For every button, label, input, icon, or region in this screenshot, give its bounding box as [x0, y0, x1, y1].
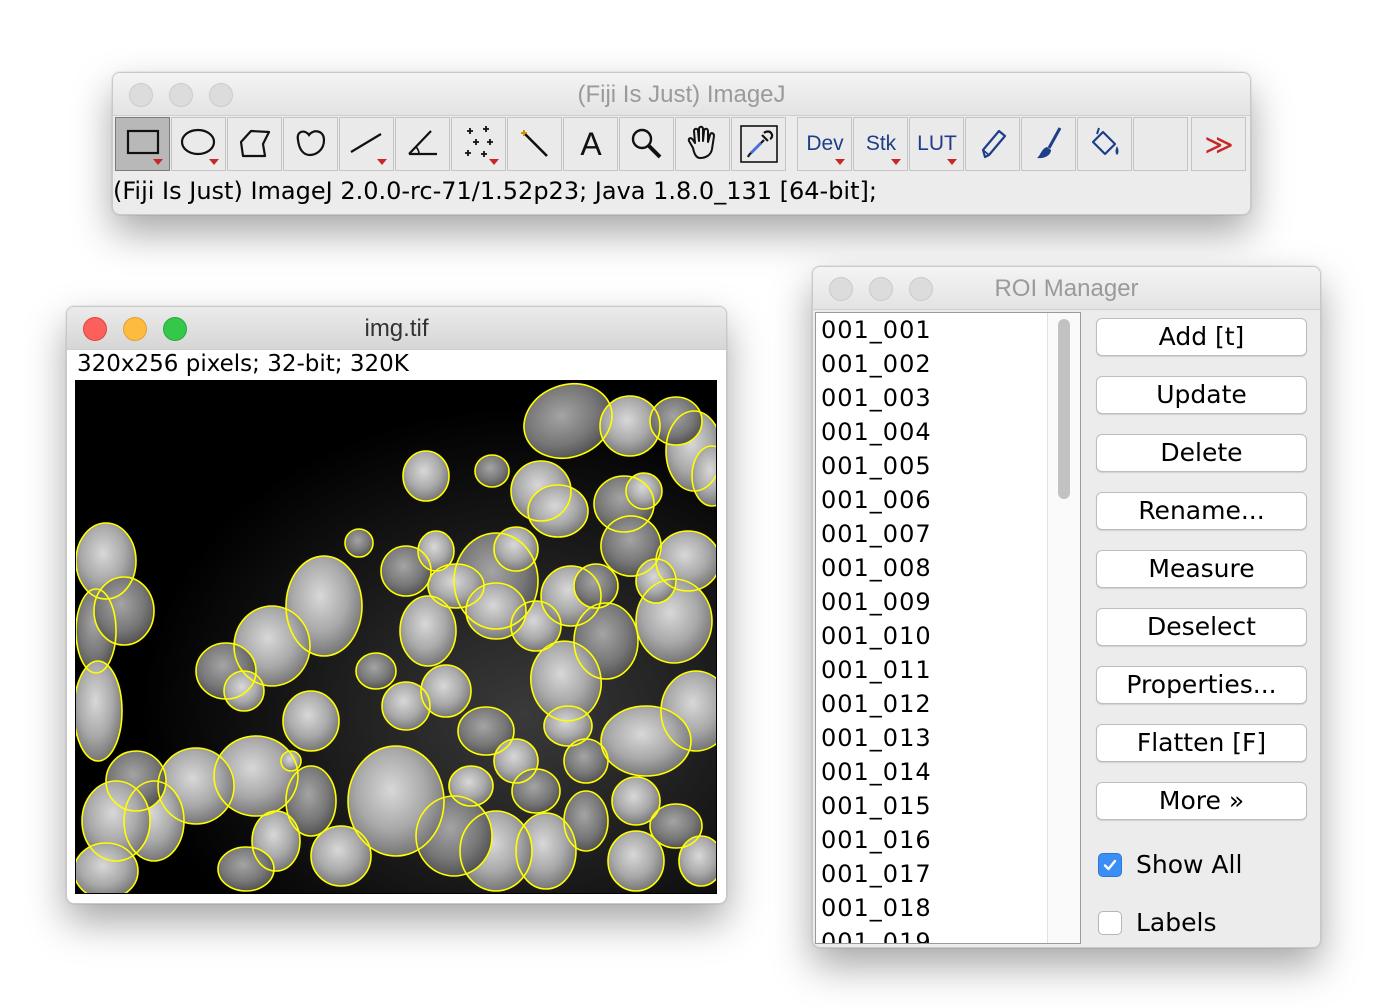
empty-icon	[1139, 122, 1183, 166]
hand-tool[interactable]	[675, 117, 730, 171]
image-info: 320x256 pixels; 32-bit; 320K	[77, 351, 409, 377]
roi-list-item[interactable]: 001_008	[816, 551, 1080, 585]
text-tool[interactable]: A	[563, 117, 618, 171]
point-tool[interactable]	[451, 117, 506, 171]
roi-list-item[interactable]: 001_003	[816, 381, 1080, 415]
checkbox-unchecked-icon[interactable]	[1098, 910, 1122, 935]
polygon-icon	[239, 129, 270, 158]
line-tool[interactable]	[339, 117, 394, 171]
image-canvas[interactable]	[75, 380, 717, 894]
svg-text:≫: ≫	[1204, 128, 1233, 161]
roi-list-item[interactable]: 001_018	[816, 891, 1080, 925]
image-window: img.tif 320x256 pixels; 32-bit; 320K	[66, 306, 727, 904]
flatten-f-button[interactable]: Flatten [F]	[1096, 724, 1307, 762]
polygon-tool[interactable]	[227, 117, 282, 171]
flood-fill-tool[interactable]	[1077, 117, 1132, 171]
freehand-icon	[296, 130, 325, 157]
rectangle-tool[interactable]	[115, 117, 170, 171]
menu-indicator-icon	[947, 159, 957, 165]
update-button[interactable]: Update	[1096, 376, 1307, 414]
roi-manager-buttons: Add [t] Update Delete Rename... Measure Desel…	[1096, 318, 1307, 840]
show-all-label: Show All	[1136, 850, 1243, 879]
labels-checkbox[interactable]: Labels	[1098, 908, 1216, 937]
roi-list-item[interactable]: 001_013	[816, 721, 1080, 755]
scrollbar-thumb[interactable]	[1058, 319, 1070, 499]
tool-bar: A Dev Stk LUT ≫	[115, 117, 1247, 173]
svg-text:Dev: Dev	[806, 132, 844, 155]
pencil-icon	[981, 129, 1006, 159]
wand-tool[interactable]	[507, 117, 562, 171]
delete-button[interactable]: Delete	[1096, 434, 1307, 472]
text-icon: A	[580, 126, 602, 162]
svg-text:LUT: LUT	[917, 132, 957, 155]
roi-list-item[interactable]: 001_017	[816, 857, 1080, 891]
rename-button[interactable]: Rename...	[1096, 492, 1307, 530]
dropper-icon	[739, 125, 778, 163]
pencil-tool[interactable]	[965, 117, 1020, 171]
double-chevron-icon: ≫	[1204, 128, 1233, 161]
roi-list-item[interactable]: 001_004	[816, 415, 1080, 449]
imagej-titlebar[interactable]: (Fiji Is Just) ImageJ	[113, 73, 1250, 116]
menu-indicator-icon	[835, 159, 845, 165]
menu-indicator-icon	[891, 159, 901, 165]
wand-icon	[520, 130, 548, 157]
window-title: (Fiji Is Just) ImageJ	[577, 81, 786, 108]
magnifier-icon	[631, 128, 661, 159]
roi-manager-titlebar[interactable]: ROI Manager	[813, 267, 1320, 310]
properties-button[interactable]: Properties...	[1096, 666, 1307, 704]
svg-text:A: A	[580, 126, 602, 162]
more-button[interactable]: More »	[1096, 782, 1307, 820]
dev-menu-tool[interactable]: Dev	[797, 117, 852, 171]
image-titlebar[interactable]: img.tif	[67, 307, 726, 350]
angle-tool[interactable]	[395, 117, 450, 171]
menu-indicator-icon	[153, 159, 163, 165]
imagej-main-window: (Fiji Is Just) ImageJ A Dev Stk LUT ≫ (Fiji …	[112, 72, 1251, 215]
freehand-tool[interactable]	[283, 117, 338, 171]
window-title: img.tif	[364, 315, 429, 342]
window-title: ROI Manager	[994, 275, 1139, 302]
roi-list-item[interactable]: 001_019	[816, 925, 1080, 943]
brush-tool[interactable]	[1021, 117, 1076, 171]
roi-manager-window: ROI Manager 001_001 001_002 001_003 001_004…	[812, 266, 1321, 948]
empty-tool-slot[interactable]	[1133, 117, 1188, 171]
svg-text:Stk: Stk	[865, 132, 896, 155]
roi-list-item[interactable]: 001_011	[816, 653, 1080, 687]
roi-list-item[interactable]: 001_007	[816, 517, 1080, 551]
deselect-button[interactable]: Deselect	[1096, 608, 1307, 646]
show-all-checkbox[interactable]: Show All	[1098, 850, 1242, 879]
roi-list-item[interactable]: 001_012	[816, 687, 1080, 721]
roi-list-item[interactable]: 001_006	[816, 483, 1080, 517]
roi-list-item[interactable]: 001_002	[816, 347, 1080, 381]
menu-indicator-icon	[209, 159, 219, 165]
roi-list-item[interactable]: 001_010	[816, 619, 1080, 653]
roi-list-item[interactable]: 001_005	[816, 449, 1080, 483]
roi-list-item[interactable]: 001_001	[816, 313, 1080, 347]
bucket-icon	[1091, 127, 1118, 156]
add-t-button[interactable]: Add [t]	[1096, 318, 1307, 356]
roi-list-scrollbar[interactable]	[1047, 313, 1080, 943]
labels-label: Labels	[1136, 908, 1217, 937]
color-picker-tool[interactable]	[731, 117, 786, 171]
brush-icon	[1036, 127, 1061, 159]
more-tools-button[interactable]: ≫	[1191, 117, 1246, 171]
hand-icon	[687, 125, 715, 159]
magnifier-tool[interactable]	[619, 117, 674, 171]
stack-menu-tool[interactable]: Stk	[853, 117, 908, 171]
roi-list-item[interactable]: 001_016	[816, 823, 1080, 857]
checkbox-checked-icon[interactable]	[1098, 852, 1122, 877]
angle-icon	[407, 130, 437, 156]
microscopy-image[interactable]	[76, 381, 716, 893]
roi-list-item[interactable]: 001_014	[816, 755, 1080, 789]
menu-indicator-icon	[489, 159, 499, 165]
menu-indicator-icon	[377, 159, 387, 165]
roi-list-item[interactable]: 001_009	[816, 585, 1080, 619]
measure-button[interactable]: Measure	[1096, 550, 1307, 588]
lut-menu-tool[interactable]: LUT	[909, 117, 964, 171]
oval-tool[interactable]	[171, 117, 226, 171]
status-text: (Fiji Is Just) ImageJ 2.0.0-rc-71/1.52p2…	[113, 177, 877, 205]
roi-list[interactable]: 001_001 001_002 001_003 001_004 001_005 001_0…	[815, 312, 1081, 944]
roi-list-item[interactable]: 001_015	[816, 789, 1080, 823]
